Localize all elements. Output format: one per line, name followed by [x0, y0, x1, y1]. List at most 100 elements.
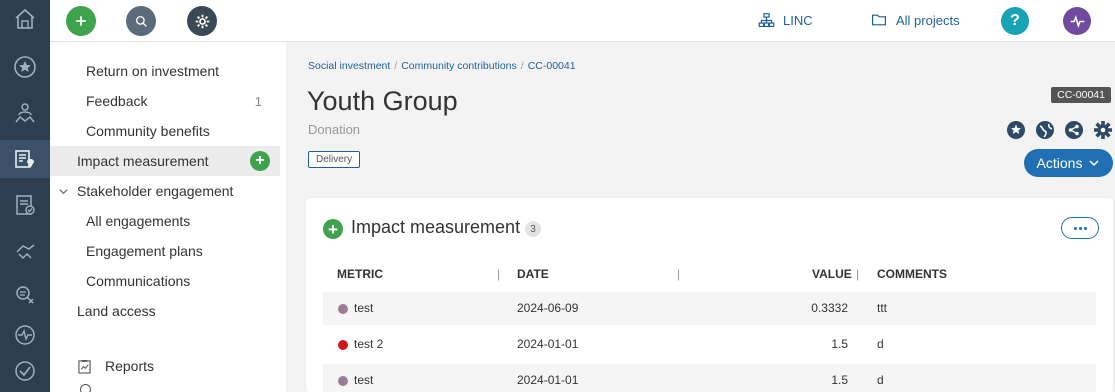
actions-button[interactable]: Actions	[1024, 149, 1113, 177]
value-cell: 1.5	[831, 373, 848, 387]
share-icon[interactable]	[1064, 120, 1084, 140]
breadcrumb-separator: /	[394, 60, 398, 72]
nav-feedback[interactable]: Feedback 1	[50, 86, 280, 116]
actions-label: Actions	[1036, 155, 1083, 171]
home-icon[interactable]	[0, 0, 50, 38]
column-header-comments[interactable]: COMMENTS	[877, 267, 947, 281]
nav-label: Stakeholder engagement	[77, 183, 234, 199]
column-divider: |	[677, 267, 681, 281]
impact-measurement-card: + Impact measurement 3 METRIC | DATE | V…	[306, 198, 1113, 392]
top-bar: LINC All projects ?	[50, 0, 1115, 42]
land-access-icon[interactable]	[0, 232, 50, 270]
comments-cell: ttt	[877, 301, 888, 315]
nav-reports[interactable]: Reports	[50, 351, 280, 381]
nav-stakeholder-engagement[interactable]: Stakeholder engagement	[50, 176, 280, 206]
card-title: Impact measurement	[351, 217, 521, 237]
section-navigation: Return on investment Feedback 1 Communit…	[50, 42, 286, 392]
date-cell: 2024-01-01	[517, 337, 579, 351]
gear-icon[interactable]	[1093, 120, 1113, 140]
activity-button[interactable]	[1063, 7, 1091, 35]
linc-link[interactable]: LINC	[758, 12, 813, 29]
chevron-down-icon	[1089, 160, 1099, 167]
breadcrumb-community-contributions[interactable]: Community contributions	[401, 60, 517, 72]
help-button[interactable]: ?	[1001, 7, 1029, 35]
nav-land-access[interactable]: Land access	[50, 296, 280, 326]
tasks-icon[interactable]	[0, 186, 50, 224]
nav-label: Communications	[86, 273, 191, 289]
card-count-badge: 3	[525, 221, 541, 237]
value-cell: 0.3332	[811, 301, 848, 315]
partial-nav-icon	[80, 384, 91, 392]
metric-cell: test	[354, 301, 374, 315]
favorites-star-icon[interactable]	[0, 48, 50, 86]
nav-count-badge: 1	[254, 93, 262, 109]
nav-engagement-plans[interactable]: Engagement plans	[50, 236, 280, 266]
grievances-icon[interactable]	[0, 276, 50, 314]
column-header-metric[interactable]: METRIC	[337, 267, 383, 281]
column-divider: |	[856, 267, 860, 281]
page-title: Youth Group	[307, 86, 458, 116]
search-icon	[135, 15, 147, 27]
gear-icon	[195, 14, 209, 28]
approvals-check-icon[interactable]	[0, 352, 50, 390]
date-cell: 2024-06-09	[517, 301, 579, 315]
nav-label: Reports	[105, 358, 155, 374]
nav-community-benefits[interactable]: Community benefits	[50, 116, 280, 146]
nav-label: All engagements	[86, 213, 191, 229]
add-button[interactable]	[66, 6, 96, 36]
search-button[interactable]	[126, 6, 156, 36]
metric-cell: test	[354, 373, 374, 387]
column-divider: |	[497, 267, 501, 281]
comments-cell: d	[877, 373, 884, 387]
add-metric-button[interactable]: +	[323, 219, 343, 239]
help-question-icon: ?	[1010, 12, 1020, 29]
pulse-icon	[1070, 14, 1084, 28]
breadcrumb: Social investment / Community contribution…	[308, 60, 576, 72]
network-icon	[758, 13, 775, 28]
social-investment-icon[interactable]	[0, 140, 50, 178]
globe-icon[interactable]	[1035, 120, 1055, 140]
settings-button[interactable]	[187, 6, 217, 36]
favorite-star-icon[interactable]	[1006, 120, 1026, 140]
breadcrumb-social-investment[interactable]: Social investment	[308, 60, 390, 72]
nav-label: Feedback	[86, 93, 148, 109]
all-projects-label: All projects	[896, 12, 960, 28]
nav-label: Impact measurement	[77, 153, 209, 169]
column-header-date[interactable]: DATE	[517, 267, 549, 281]
column-header-value[interactable]: VALUE	[812, 267, 852, 281]
comments-cell: d	[877, 337, 884, 351]
nav-all-engagements[interactable]: All engagements	[50, 206, 280, 236]
nav-label: Engagement plans	[86, 243, 203, 259]
value-cell: 1.5	[831, 337, 848, 351]
table-row[interactable]: test 2024-06-09 0.3332 ttt	[323, 292, 1096, 325]
status-dot	[338, 304, 348, 314]
chevron-down-icon	[59, 188, 68, 194]
record-type: Donation	[308, 122, 361, 137]
stakeholders-icon[interactable]	[0, 94, 50, 132]
all-projects-link[interactable]: All projects	[870, 12, 960, 28]
nav-label: Return on investment	[86, 63, 220, 79]
breadcrumb-record-id: CC-00041	[527, 60, 576, 72]
status-dot	[338, 340, 348, 350]
linc-label: LINC	[783, 13, 813, 28]
breadcrumb-separator: /	[520, 60, 524, 72]
metric-cell: test 2	[354, 337, 384, 351]
folder-icon	[872, 14, 886, 26]
nav-impact-measurement[interactable]: Impact measurement +	[50, 146, 280, 176]
add-impact-measurement-button[interactable]: +	[250, 151, 270, 171]
report-icon	[78, 359, 91, 374]
status-dot	[338, 376, 348, 386]
app-rail	[0, 0, 50, 392]
record-id-badge: CC-00041	[1051, 87, 1111, 103]
plus-icon	[76, 16, 86, 26]
nav-label: Land access	[77, 303, 156, 319]
status-tag: Delivery	[308, 151, 361, 168]
activity-pulse-icon[interactable]	[0, 316, 50, 354]
table-row[interactable]: test 2024-01-01 1.5 d	[323, 364, 1096, 392]
nav-return-on-investment[interactable]: Return on investment	[50, 56, 280, 86]
more-options-button[interactable]	[1061, 217, 1099, 239]
nav-label: Community benefits	[86, 123, 210, 139]
date-cell: 2024-01-01	[517, 373, 579, 387]
table-row[interactable]: test 2 2024-01-01 1.5 d	[323, 328, 1096, 361]
nav-communications[interactable]: Communications	[50, 266, 280, 296]
